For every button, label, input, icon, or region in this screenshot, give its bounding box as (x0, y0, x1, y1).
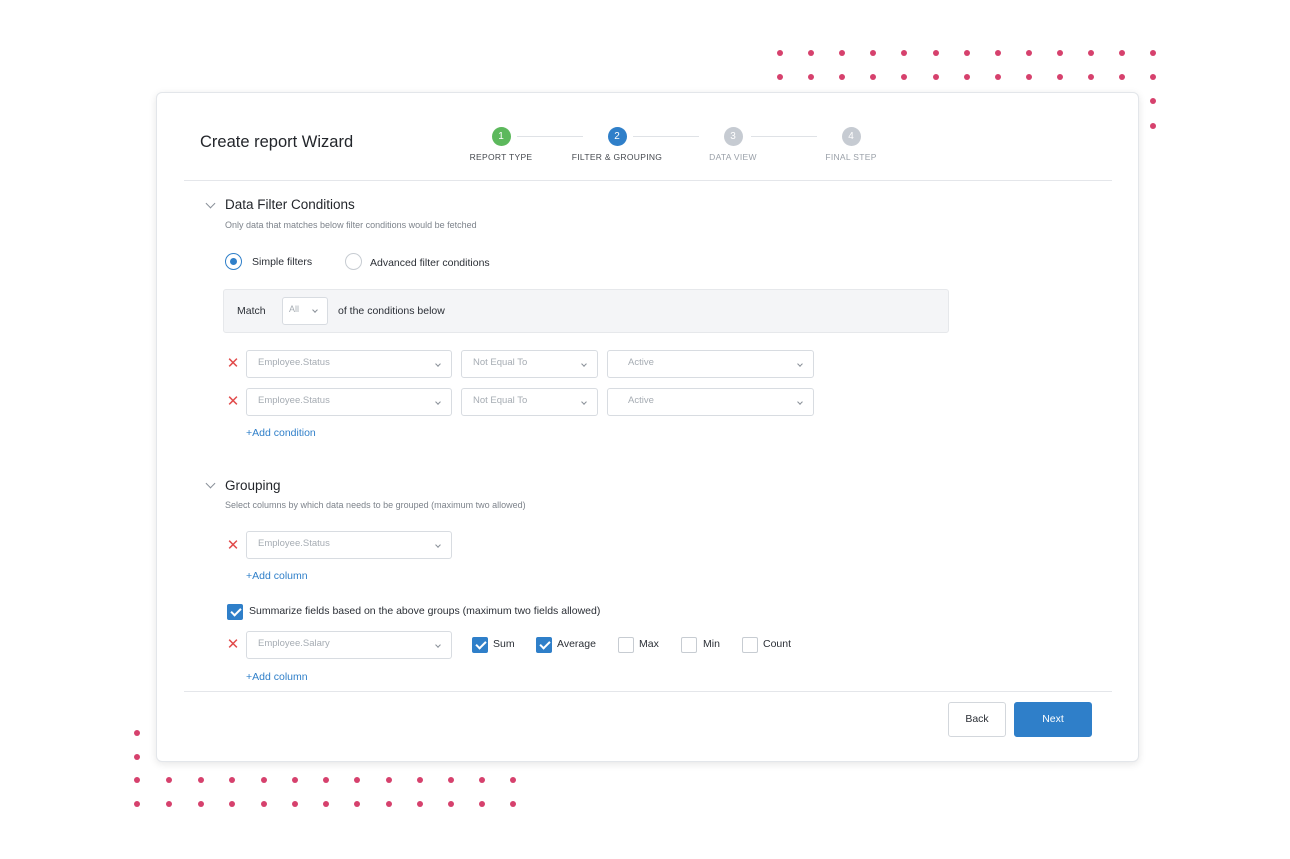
remove-summary-field-icon[interactable]: ✕ (226, 637, 240, 652)
match-prefix: Match (237, 305, 266, 317)
summarize-checkbox[interactable] (227, 604, 243, 620)
chevron-down-icon (435, 642, 441, 648)
min-checkbox[interactable] (681, 637, 697, 653)
condition-value-select[interactable]: Active (607, 350, 814, 378)
step-final-step[interactable]: 4 FINAL STEP (781, 127, 921, 162)
header-divider (184, 180, 1112, 181)
wizard-dialog: Create report Wizard 1 REPORT TYPE 2 FIL… (156, 92, 1139, 762)
remove-condition-icon[interactable]: ✕ (226, 356, 240, 371)
grouping-section-subtitle: Select columns by which data needs to be… (225, 500, 526, 510)
step-number: 2 (607, 127, 627, 146)
grouping-column-value: Employee.Status (258, 538, 330, 549)
footer-divider (184, 691, 1112, 692)
chevron-down-icon (312, 307, 318, 313)
max-checkbox[interactable] (618, 637, 634, 653)
step-number: 1 (491, 127, 511, 146)
next-button[interactable]: Next (1014, 702, 1092, 737)
match-conditions-bar: Match All of the conditions below (223, 289, 949, 333)
add-column-link[interactable]: +Add column (246, 570, 308, 582)
condition-operator-value: Not Equal To (473, 395, 528, 406)
grouping-section-title: Grouping (225, 478, 281, 493)
wizard-title: Create report Wizard (200, 133, 354, 151)
condition-operator-select[interactable]: Not Equal To (461, 350, 598, 378)
condition-field-value: Employee.Status (258, 395, 330, 406)
sum-checkbox[interactable] (472, 637, 488, 653)
remove-condition-icon[interactable]: ✕ (226, 394, 240, 409)
condition-operator-select[interactable]: Not Equal To (461, 388, 598, 416)
match-suffix: of the conditions below (338, 305, 445, 317)
chevron-down-icon (581, 361, 587, 367)
simple-filters-label[interactable]: Simple filters (252, 256, 312, 268)
condition-field-value: Employee.Status (258, 357, 330, 368)
remove-column-icon[interactable]: ✕ (226, 538, 240, 553)
chevron-down-icon (797, 361, 803, 367)
average-label: Average (557, 638, 596, 650)
chevron-down-icon (435, 361, 441, 367)
chevron-down-icon (435, 399, 441, 405)
average-checkbox[interactable] (536, 637, 552, 653)
chevron-down-icon[interactable] (205, 478, 216, 489)
chevron-down-icon[interactable] (205, 198, 216, 209)
max-label: Max (639, 638, 659, 650)
chevron-down-icon (581, 399, 587, 405)
advanced-filter-label[interactable]: Advanced filter conditions (370, 257, 490, 269)
match-mode-value: All (289, 304, 300, 314)
condition-value-value: Active (628, 395, 654, 406)
grouping-column-select[interactable]: Employee.Status (246, 531, 452, 559)
count-checkbox[interactable] (742, 637, 758, 653)
back-button[interactable]: Back (948, 702, 1006, 737)
step-number: 4 (841, 127, 861, 146)
summary-field-select[interactable]: Employee.Salary (246, 631, 452, 659)
summary-field-value: Employee.Salary (258, 638, 330, 649)
advanced-filter-radio[interactable] (345, 253, 362, 270)
condition-value-select[interactable]: Active (607, 388, 814, 416)
filter-section-title: Data Filter Conditions (225, 197, 355, 212)
chevron-down-icon (435, 542, 441, 548)
min-label: Min (703, 638, 720, 650)
filter-section-subtitle: Only data that matches below filter cond… (225, 220, 477, 230)
condition-field-select[interactable]: Employee.Status (246, 350, 452, 378)
match-mode-select[interactable]: All (282, 297, 328, 325)
count-label: Count (763, 638, 792, 650)
simple-filters-radio[interactable] (225, 253, 242, 270)
add-condition-link[interactable]: +Add condition (246, 427, 316, 439)
chevron-down-icon (797, 399, 803, 405)
summarize-label: Summarize fields based on the above grou… (249, 605, 601, 617)
condition-value-value: Active (628, 357, 654, 368)
condition-operator-value: Not Equal To (473, 357, 528, 368)
step-number: 3 (723, 127, 743, 146)
step-label: FINAL STEP (825, 152, 877, 162)
sum-label: Sum (493, 638, 515, 650)
add-summary-column-link[interactable]: +Add column (246, 671, 308, 683)
condition-field-select[interactable]: Employee.Status (246, 388, 452, 416)
